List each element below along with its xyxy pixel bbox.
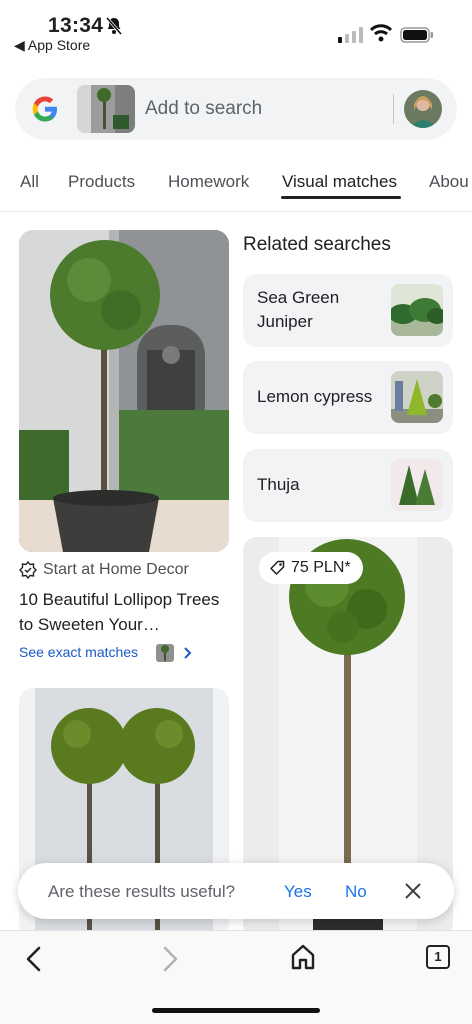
chevron-right-icon xyxy=(184,647,192,659)
feedback-yes-button[interactable]: Yes xyxy=(284,882,312,902)
store-badge-icon xyxy=(19,561,37,579)
search-input[interactable]: Add to search xyxy=(145,98,262,120)
tab-all[interactable]: All xyxy=(20,172,39,192)
back-arrow-icon[interactable] xyxy=(22,945,46,973)
result-title[interactable]: 10 Beautiful Lollipop Trees to Sweeten Y… xyxy=(19,587,229,637)
feedback-question: Are these results useful? xyxy=(48,882,236,901)
tab-homework[interactable]: Homework xyxy=(168,172,249,192)
battery-icon xyxy=(400,27,433,43)
google-g-icon xyxy=(32,96,57,122)
bell-slash-icon xyxy=(105,17,123,35)
search-divider xyxy=(393,94,394,124)
related-search-sea-green-juniper[interactable]: Sea Green Juniper xyxy=(243,274,453,347)
tag-icon xyxy=(270,560,285,575)
wifi-icon xyxy=(370,24,392,42)
price-label: 75 PLN* xyxy=(291,559,351,576)
price-badge: 75 PLN* xyxy=(259,552,363,584)
result-source-name: Start at Home Decor xyxy=(43,561,189,578)
back-app-label: App Store xyxy=(27,37,91,53)
active-tab-indicator xyxy=(281,196,401,199)
related-search-label: Lemon cypress xyxy=(257,387,373,406)
close-icon[interactable] xyxy=(404,882,422,900)
related-search-label: Thuja xyxy=(257,475,300,494)
home-icon[interactable] xyxy=(290,943,316,971)
related-searches-heading: Related searches xyxy=(243,234,391,255)
related-search-thumbnail xyxy=(391,459,443,511)
signal-icon xyxy=(338,27,363,43)
query-image-thumbnail[interactable] xyxy=(77,85,135,133)
see-exact-matches-label: See exact matches xyxy=(19,644,139,660)
result-image-lollipop-tree[interactable] xyxy=(19,230,229,552)
status-time: 13:34 xyxy=(48,14,104,37)
forward-arrow-icon[interactable] xyxy=(158,945,182,973)
tab-bar: All Products Homework Visual matches Abo… xyxy=(0,160,472,212)
home-indicator[interactable] xyxy=(152,1008,320,1013)
related-search-lemon-cypress[interactable]: Lemon cypress xyxy=(243,361,453,434)
feedback-prompt: Are these results useful? Yes No xyxy=(18,863,454,919)
back-to-app[interactable]: ◀ App Store xyxy=(14,37,90,54)
tab-visual-matches[interactable]: Visual matches xyxy=(282,172,397,192)
feedback-no-button[interactable]: No xyxy=(345,882,367,902)
status-bar: 13:34 ◀ App Store xyxy=(0,0,472,60)
tab-switcher-button[interactable]: 1 xyxy=(426,945,450,969)
tab-about[interactable]: Abou xyxy=(429,172,469,192)
tab-products[interactable]: Products xyxy=(68,172,135,192)
related-search-thumbnail xyxy=(391,284,443,336)
avatar[interactable] xyxy=(404,90,442,128)
related-search-thuja[interactable]: Thuja xyxy=(243,449,453,522)
related-search-thumbnail xyxy=(391,371,443,423)
exact-match-thumbnail xyxy=(156,644,174,662)
related-search-label: Sea Green Juniper xyxy=(257,288,340,331)
